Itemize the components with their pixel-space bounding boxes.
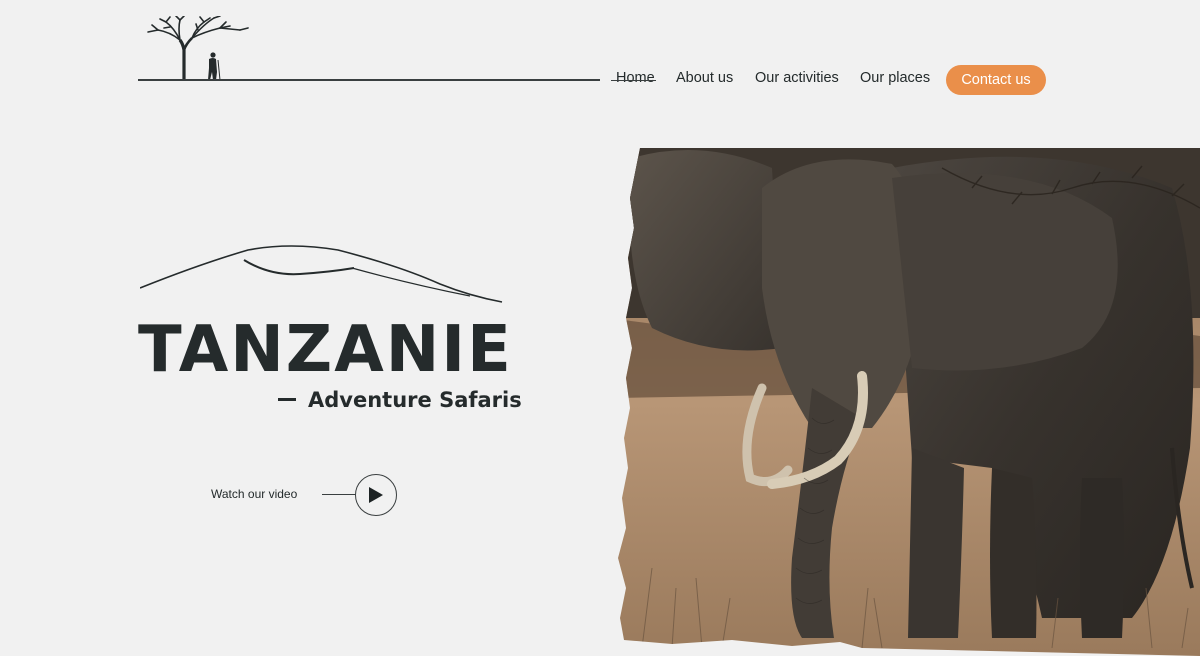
nav-our-activities[interactable]: Our activities: [755, 70, 839, 86]
hero-elephant-image: [618, 148, 1200, 656]
watch-video-label[interactable]: Watch our video: [211, 487, 297, 501]
contact-us-button[interactable]: Contact us: [946, 65, 1046, 95]
active-nav-indicator: [611, 80, 656, 82]
hero-subtitle: Adventure Safaris: [278, 388, 522, 412]
hero-title: TANZANIE: [138, 313, 513, 387]
subtitle-dash: [278, 397, 296, 401]
nav-about-us[interactable]: About us: [676, 70, 733, 86]
play-icon: [369, 487, 383, 503]
play-video-button[interactable]: [355, 474, 397, 516]
video-connector-line: [322, 494, 356, 496]
nav-our-places[interactable]: Our places: [860, 70, 930, 86]
kilimanjaro-outline-icon: [140, 245, 503, 303]
hero-subtitle-text: Adventure Safaris: [308, 388, 522, 412]
nav-home[interactable]: Home: [616, 70, 655, 86]
